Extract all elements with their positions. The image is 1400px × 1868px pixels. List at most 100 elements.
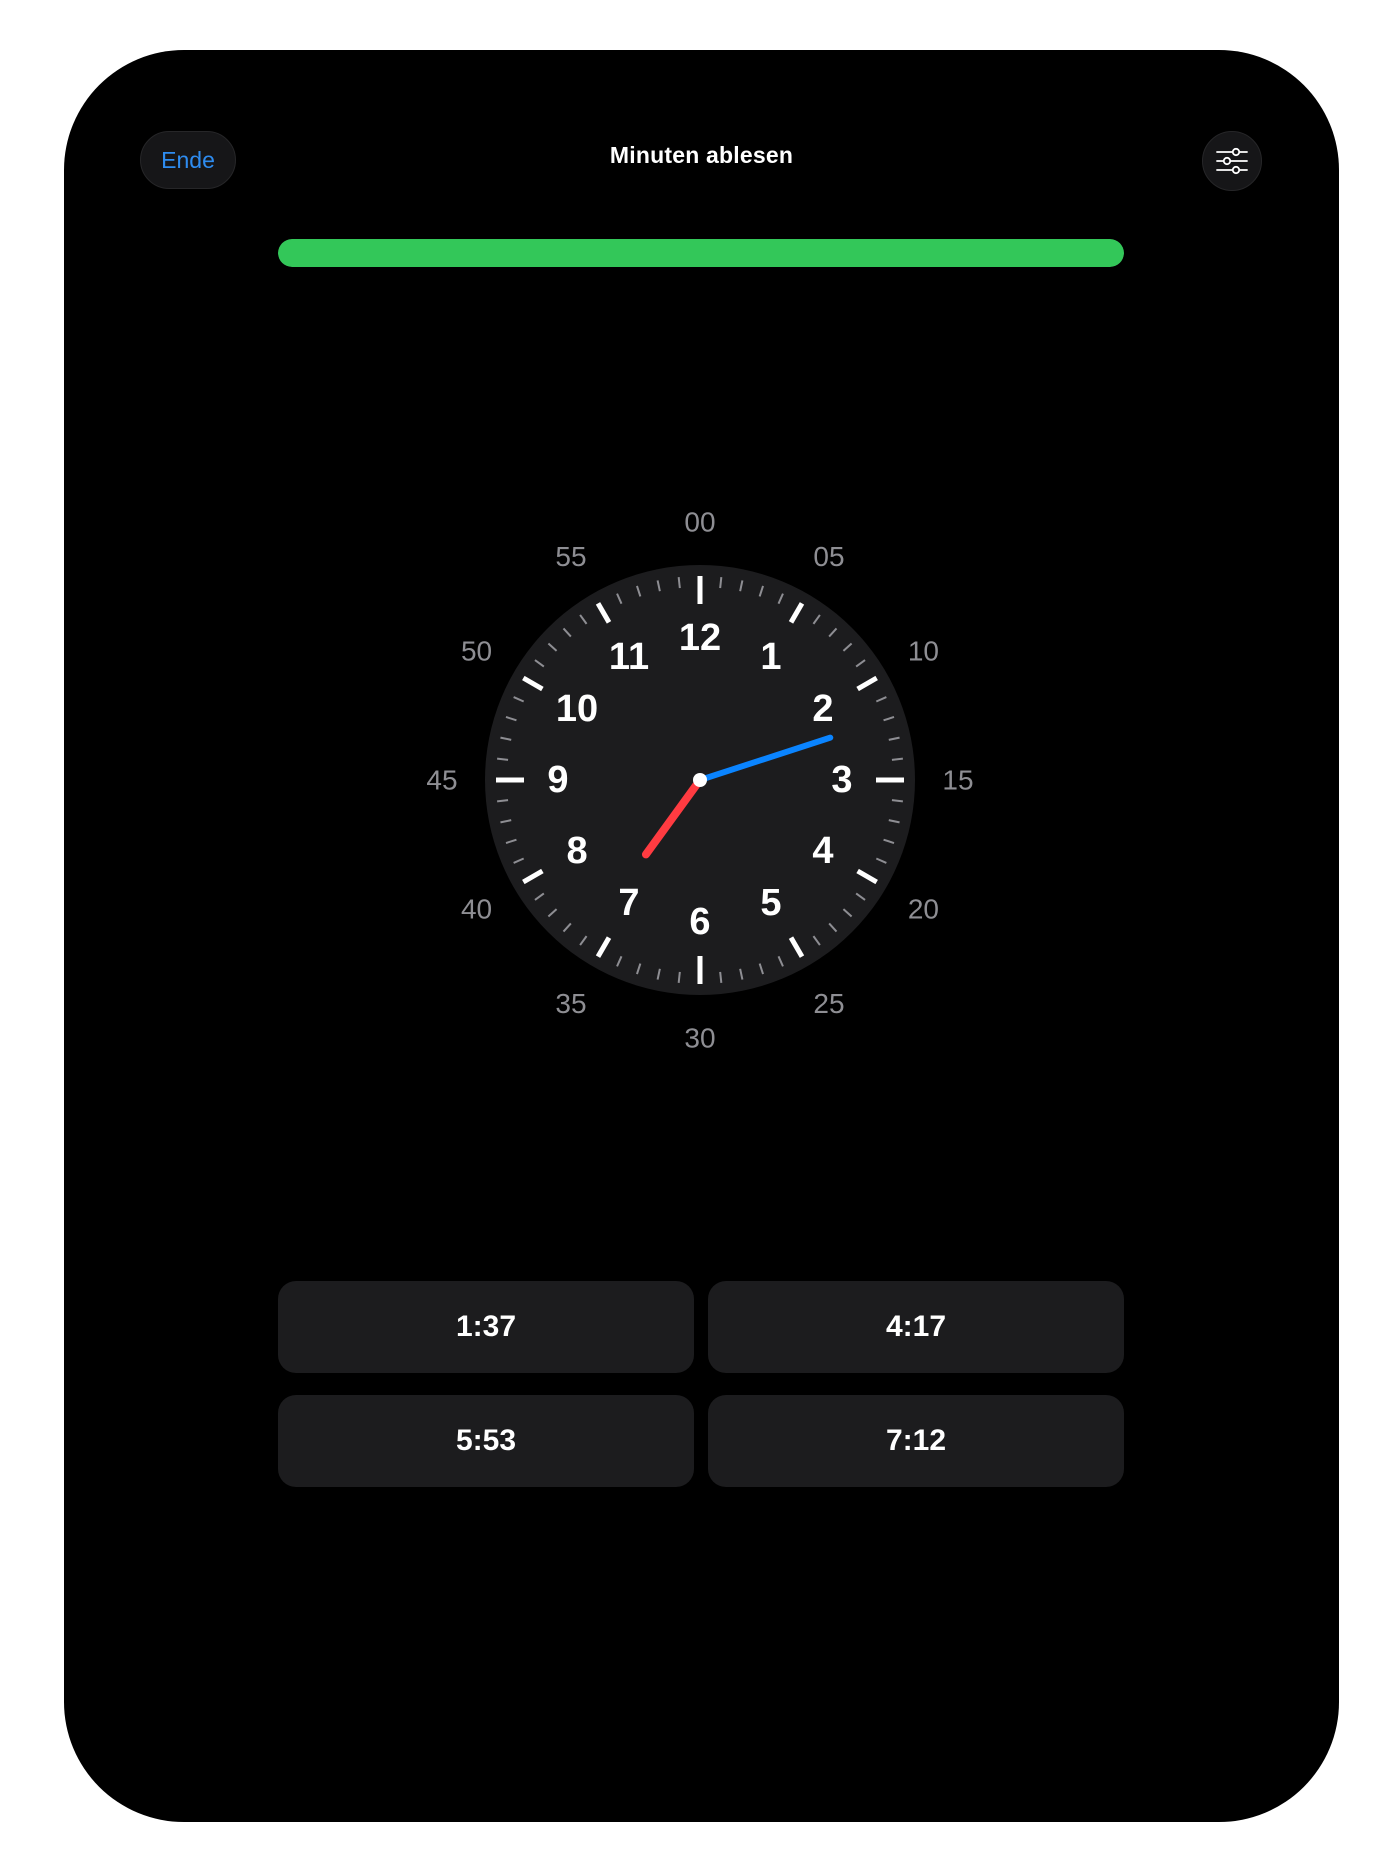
minute-tick <box>842 908 853 918</box>
minute-label: 35 <box>555 988 586 1019</box>
minute-label: 55 <box>555 541 586 572</box>
hour-number: 6 <box>689 901 710 943</box>
minute-tick <box>842 642 853 652</box>
minute-tick <box>656 580 661 592</box>
minute-tick <box>562 922 572 933</box>
hour-number: 12 <box>679 617 721 659</box>
minute-tick <box>616 593 623 605</box>
minute-tick <box>883 716 895 722</box>
hour-tick <box>595 936 612 958</box>
minute-tick <box>534 659 545 668</box>
minute-tick <box>677 971 681 983</box>
answer-label: 1:37 <box>455 1310 517 1343</box>
minute-tick <box>812 935 821 946</box>
minute-tick <box>883 838 895 844</box>
answer-button[interactable]: 5:53 <box>278 1395 694 1487</box>
minute-label: 45 <box>426 765 457 796</box>
minute-tick <box>656 968 661 980</box>
hour-tick <box>522 675 544 692</box>
minute-tick <box>875 696 887 703</box>
hour-tick <box>595 602 612 624</box>
minute-tick <box>777 593 784 605</box>
minute-label: 50 <box>461 636 492 667</box>
answer-label: 4:17 <box>885 1310 947 1343</box>
minute-tick <box>497 799 509 803</box>
minute-tick <box>875 857 887 864</box>
page-title: Minuten ablesen <box>609 142 794 168</box>
sliders-icon <box>1216 147 1248 175</box>
minute-tick <box>636 585 642 597</box>
hour-number: 4 <box>812 830 833 872</box>
minute-tick <box>500 736 512 741</box>
hour-tick <box>522 868 544 885</box>
minute-tick <box>505 716 517 722</box>
answer-button[interactable]: 4:17 <box>708 1281 1124 1373</box>
minute-tick <box>777 955 784 967</box>
minute-tick <box>534 892 545 901</box>
minute-tick <box>513 696 525 703</box>
analog-clock: 12 12 3 45 6 78 9 10 11 00 05 10 15 20 25 30 35 40 45 50 55 <box>426 507 973 1054</box>
progress-bar-fill <box>278 239 1124 267</box>
minute-tick <box>579 935 588 946</box>
minute-hand <box>697 734 834 783</box>
minute-tick <box>636 963 642 975</box>
minute-tick <box>719 971 723 983</box>
minute-label: 25 <box>813 988 844 1019</box>
minute-tick <box>855 892 866 901</box>
hour-number: 10 <box>556 688 598 730</box>
minute-tick <box>579 614 588 625</box>
minute-tick <box>855 659 866 668</box>
minute-tick <box>758 585 764 597</box>
minute-label: 05 <box>813 541 844 572</box>
minute-label: 30 <box>684 1023 715 1054</box>
minute-tick <box>547 908 558 918</box>
minute-tick <box>616 955 623 967</box>
minute-tick <box>497 757 509 761</box>
hour-tick <box>788 936 805 958</box>
answer-label: 7:12 <box>885 1424 947 1457</box>
hour-hand <box>641 776 704 859</box>
minute-tick <box>891 799 903 803</box>
minute-label: 40 <box>461 894 492 925</box>
minute-tick <box>500 819 512 824</box>
minute-tick <box>758 963 764 975</box>
minute-tick <box>547 642 558 652</box>
minute-tick <box>719 577 723 589</box>
minute-tick <box>677 577 681 589</box>
minute-tick <box>891 757 903 761</box>
minute-tick <box>888 819 900 824</box>
hour-number: 11 <box>609 636 649 678</box>
minute-tick <box>739 580 744 592</box>
hour-number: 5 <box>760 882 781 924</box>
minute-tick <box>812 614 821 625</box>
minute-label: 10 <box>908 636 939 667</box>
hour-number: 8 <box>566 830 587 872</box>
answer-button[interactable]: 1:37 <box>278 1281 694 1373</box>
center-pin <box>693 773 707 787</box>
settings-button[interactable] <box>1202 131 1262 191</box>
clock-face <box>485 565 915 995</box>
hour-tick <box>856 675 878 692</box>
hour-number: 9 <box>547 759 568 801</box>
hour-number: 3 <box>831 759 852 801</box>
answer-button[interactable]: 7:12 <box>708 1395 1124 1487</box>
minute-tick <box>739 968 744 980</box>
progress-bar <box>278 239 1124 267</box>
minute-tick <box>513 857 525 864</box>
minute-label: 20 <box>908 894 939 925</box>
minute-label: 15 <box>942 765 973 796</box>
answer-grid: 1:37 4:17 5:53 7:12 <box>278 1281 1124 1487</box>
minute-tick <box>888 736 900 741</box>
app-screen: Ende Minuten ablesen 12 1 2 3 4 5 6 7 8 9 10 11 00 05… <box>64 50 1339 1822</box>
hour-tick <box>856 868 878 885</box>
minute-tick <box>562 627 572 638</box>
hour-tick <box>788 602 805 624</box>
minute-tick <box>505 838 517 844</box>
minute-tick <box>828 922 838 933</box>
answer-label: 5:53 <box>455 1424 517 1457</box>
hour-number: 1 <box>760 636 781 678</box>
hour-number: 2 <box>812 688 833 730</box>
hour-number: 7 <box>618 882 639 924</box>
minute-tick <box>828 627 838 638</box>
minute-label: 00 <box>684 507 715 538</box>
